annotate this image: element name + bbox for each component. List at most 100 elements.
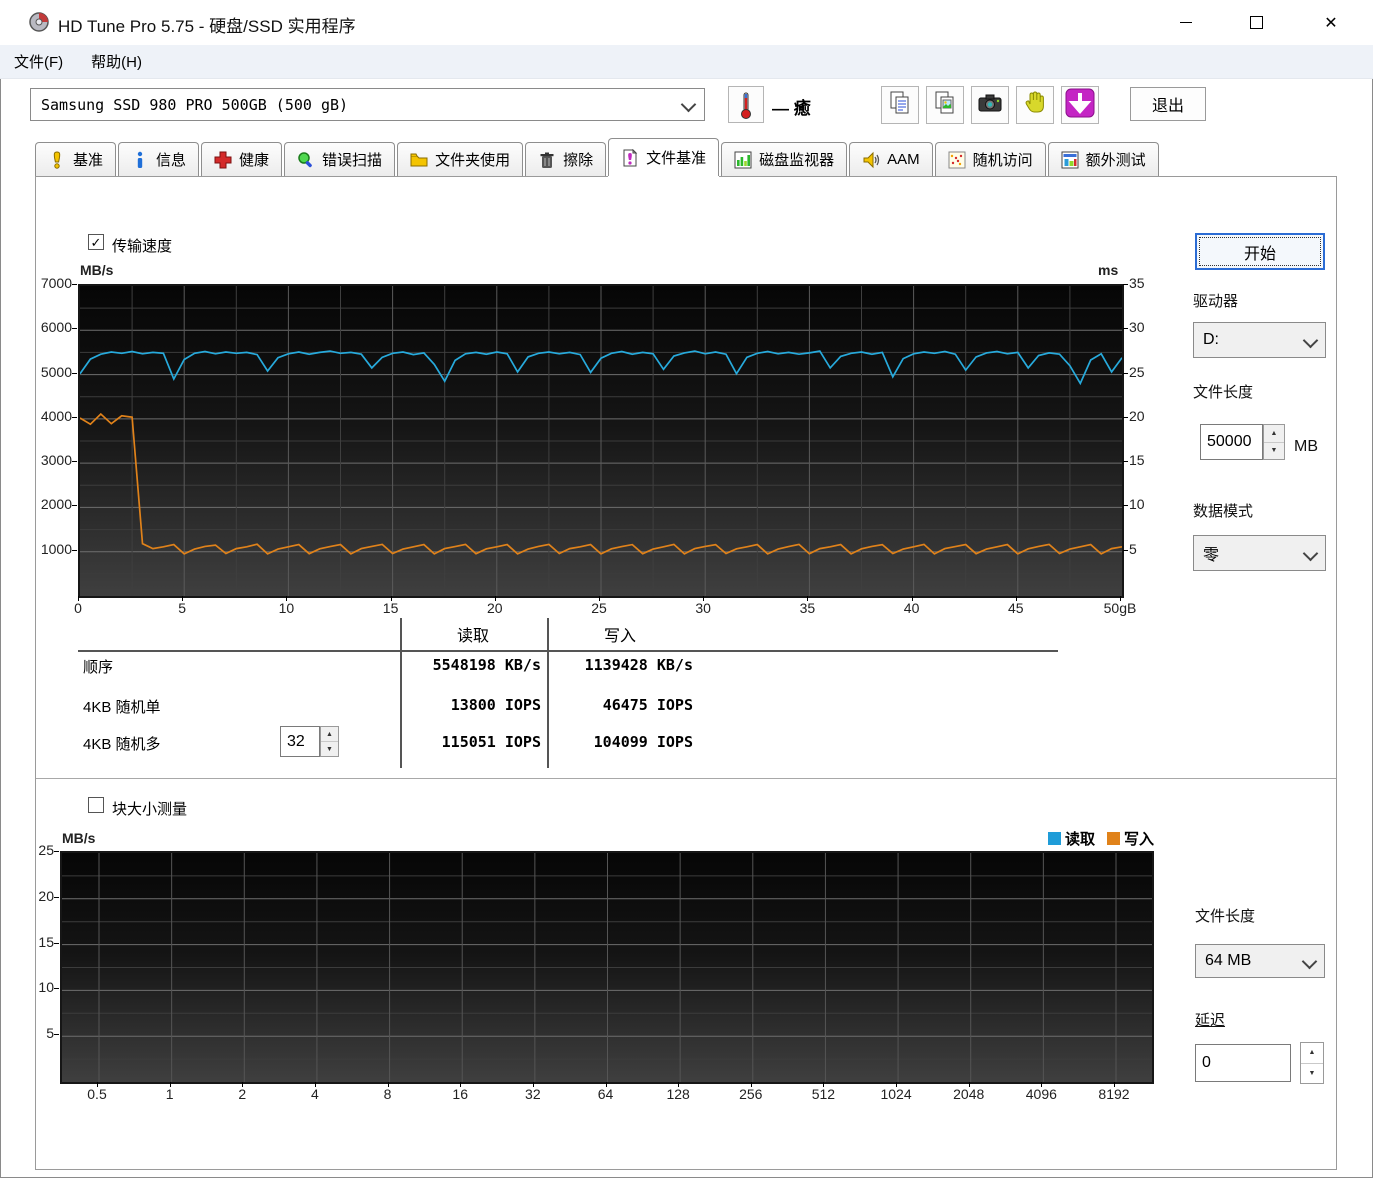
data-mode-label: 数据模式 xyxy=(1193,500,1253,521)
chart2-legend: 读取 写入 xyxy=(1048,828,1154,849)
axis-tick xyxy=(72,284,77,285)
file-length-input[interactable]: 50000 xyxy=(1200,424,1263,460)
axis-tick xyxy=(78,596,79,601)
copy-image-icon xyxy=(933,90,957,121)
temperature-button[interactable] xyxy=(728,86,764,123)
axis-tick xyxy=(72,550,77,551)
tab-文件夹使用[interactable]: 文件夹使用 xyxy=(397,142,523,176)
menu-help[interactable]: 帮助(H) xyxy=(77,45,156,78)
start-button[interactable]: 开始 xyxy=(1195,233,1325,270)
copy-text-button[interactable] xyxy=(881,86,919,124)
exit-button[interactable]: 退出 xyxy=(1130,87,1206,121)
delay-input[interactable]: 0 xyxy=(1195,1044,1291,1082)
maximize-button[interactable] xyxy=(1225,0,1287,45)
window-title: HD Tune Pro 5.75 - 硬盘/SSD 实用程序 xyxy=(58,12,356,37)
hand-button[interactable] xyxy=(1016,86,1054,124)
chart2-ytick: 15 xyxy=(20,934,54,950)
axis-tick xyxy=(1123,417,1128,418)
spinner-down-icon[interactable]: ▼ xyxy=(1301,1064,1323,1084)
tab-文件基准[interactable]: 文件基准 xyxy=(608,138,719,176)
data-mode-dropdown[interactable]: 零 xyxy=(1193,535,1326,571)
chart1-y2tick: 30 xyxy=(1129,319,1169,335)
axis-tick xyxy=(315,1082,316,1087)
tab-额外测试[interactable]: 额外测试 xyxy=(1048,142,1159,176)
chart2-xtick: 16 xyxy=(430,1086,490,1102)
read-legend-label: 读取 xyxy=(1065,828,1095,849)
spinner-down-icon[interactable]: ▼ xyxy=(321,742,338,756)
tab-信息[interactable]: 信息 xyxy=(118,142,199,176)
chart2-ytick: 10 xyxy=(20,979,54,995)
chart1-y2tick: 20 xyxy=(1129,408,1169,424)
axis-tick xyxy=(72,373,77,374)
drive-select-combobox[interactable]: Samsung SSD 980 PRO 500GB (500 gB) xyxy=(30,88,705,121)
axis-tick xyxy=(182,596,183,601)
transfer-rate-checkbox[interactable]: ✓ xyxy=(88,234,104,250)
spinner-up-icon[interactable]: ▲ xyxy=(1264,425,1284,443)
chevron-down-icon xyxy=(1302,953,1318,969)
chevron-down-icon xyxy=(681,97,697,113)
chart1-ytick: 2000 xyxy=(28,496,72,512)
menu-file[interactable]: 文件(F) xyxy=(0,45,77,78)
camera-icon xyxy=(977,92,1003,119)
axis-tick xyxy=(606,1082,607,1087)
benchmark-icon xyxy=(48,151,66,169)
queue-depth-input[interactable]: 32 xyxy=(280,726,320,757)
tab-基准[interactable]: 基准 xyxy=(35,142,116,176)
tab-label: 健康 xyxy=(239,149,269,170)
camera-button[interactable] xyxy=(971,86,1009,124)
tab-label: 文件夹使用 xyxy=(435,149,510,170)
axis-tick xyxy=(751,1082,752,1087)
tab-随机访问[interactable]: 随机访问 xyxy=(935,142,1046,176)
write-value: 1139428 KB/s xyxy=(523,656,693,674)
tab-AAM[interactable]: AAM xyxy=(849,142,933,176)
axis-tick xyxy=(1041,1082,1042,1087)
random-access-icon xyxy=(948,151,966,169)
tab-擦除[interactable]: 擦除 xyxy=(525,142,606,176)
chart2-xtick: 128 xyxy=(648,1086,708,1102)
chart1-xtick: 5 xyxy=(152,600,212,616)
axis-tick xyxy=(72,505,77,506)
tab-错误扫描[interactable]: 错误扫描 xyxy=(284,142,395,176)
chart1-xtick: 25 xyxy=(569,600,629,616)
delay-spinner: ▲ ▼ xyxy=(1300,1042,1324,1084)
chart1-ytick: 1000 xyxy=(28,541,72,557)
queue-depth-spinner: ▲ ▼ xyxy=(320,726,339,757)
drive-label: 驱动器 xyxy=(1193,290,1238,311)
copy-image-button[interactable] xyxy=(926,86,964,124)
download-button[interactable] xyxy=(1061,86,1099,124)
chart1-y2tick: 15 xyxy=(1129,452,1169,468)
chart2-xtick: 1024 xyxy=(866,1086,926,1102)
chart1-xtick: 30 xyxy=(673,600,733,616)
read-value: 13800 IOPS xyxy=(371,696,541,714)
folder-usage-icon xyxy=(410,151,428,169)
toolbar-button-group xyxy=(881,86,1099,124)
title-bar: HD Tune Pro 5.75 - 硬盘/SSD 实用程序 ✕ xyxy=(0,0,1373,45)
axis-tick xyxy=(72,417,77,418)
axis-tick xyxy=(703,596,704,601)
block-size-checkbox[interactable]: ✓ xyxy=(88,797,104,813)
close-button[interactable]: ✕ xyxy=(1300,0,1362,45)
transfer-rate-chart xyxy=(78,284,1124,598)
chart1-xtick: 35 xyxy=(777,600,837,616)
axis-tick xyxy=(460,1082,461,1087)
chart2-xtick: 2 xyxy=(212,1086,272,1102)
axis-tick xyxy=(807,596,808,601)
spinner-up-icon[interactable]: ▲ xyxy=(321,727,338,742)
tab-label: 随机访问 xyxy=(973,149,1033,170)
tab-健康[interactable]: 健康 xyxy=(201,142,282,176)
spinner-up-icon[interactable]: ▲ xyxy=(1301,1043,1323,1064)
axis-tick xyxy=(242,1082,243,1087)
axis-tick xyxy=(388,1082,389,1087)
drive-dropdown[interactable]: D: xyxy=(1193,322,1326,358)
tab-label: 磁盘监视器 xyxy=(759,149,834,170)
spinner-down-icon[interactable]: ▼ xyxy=(1264,443,1284,460)
transfer-rate-label: 传输速度 xyxy=(112,235,172,256)
file-benchmark-icon xyxy=(621,149,639,167)
write-value: 46475 IOPS xyxy=(523,696,693,714)
file-length-spinner: ▲ ▼ xyxy=(1263,424,1285,460)
drive-select-value: Samsung SSD 980 PRO 500GB (500 gB) xyxy=(41,96,348,114)
read-legend-swatch xyxy=(1048,832,1061,845)
block-file-length-dropdown[interactable]: 64 MB xyxy=(1195,944,1325,978)
minimize-button[interactable] xyxy=(1155,0,1217,45)
tab-磁盘监视器[interactable]: 磁盘监视器 xyxy=(721,142,847,176)
